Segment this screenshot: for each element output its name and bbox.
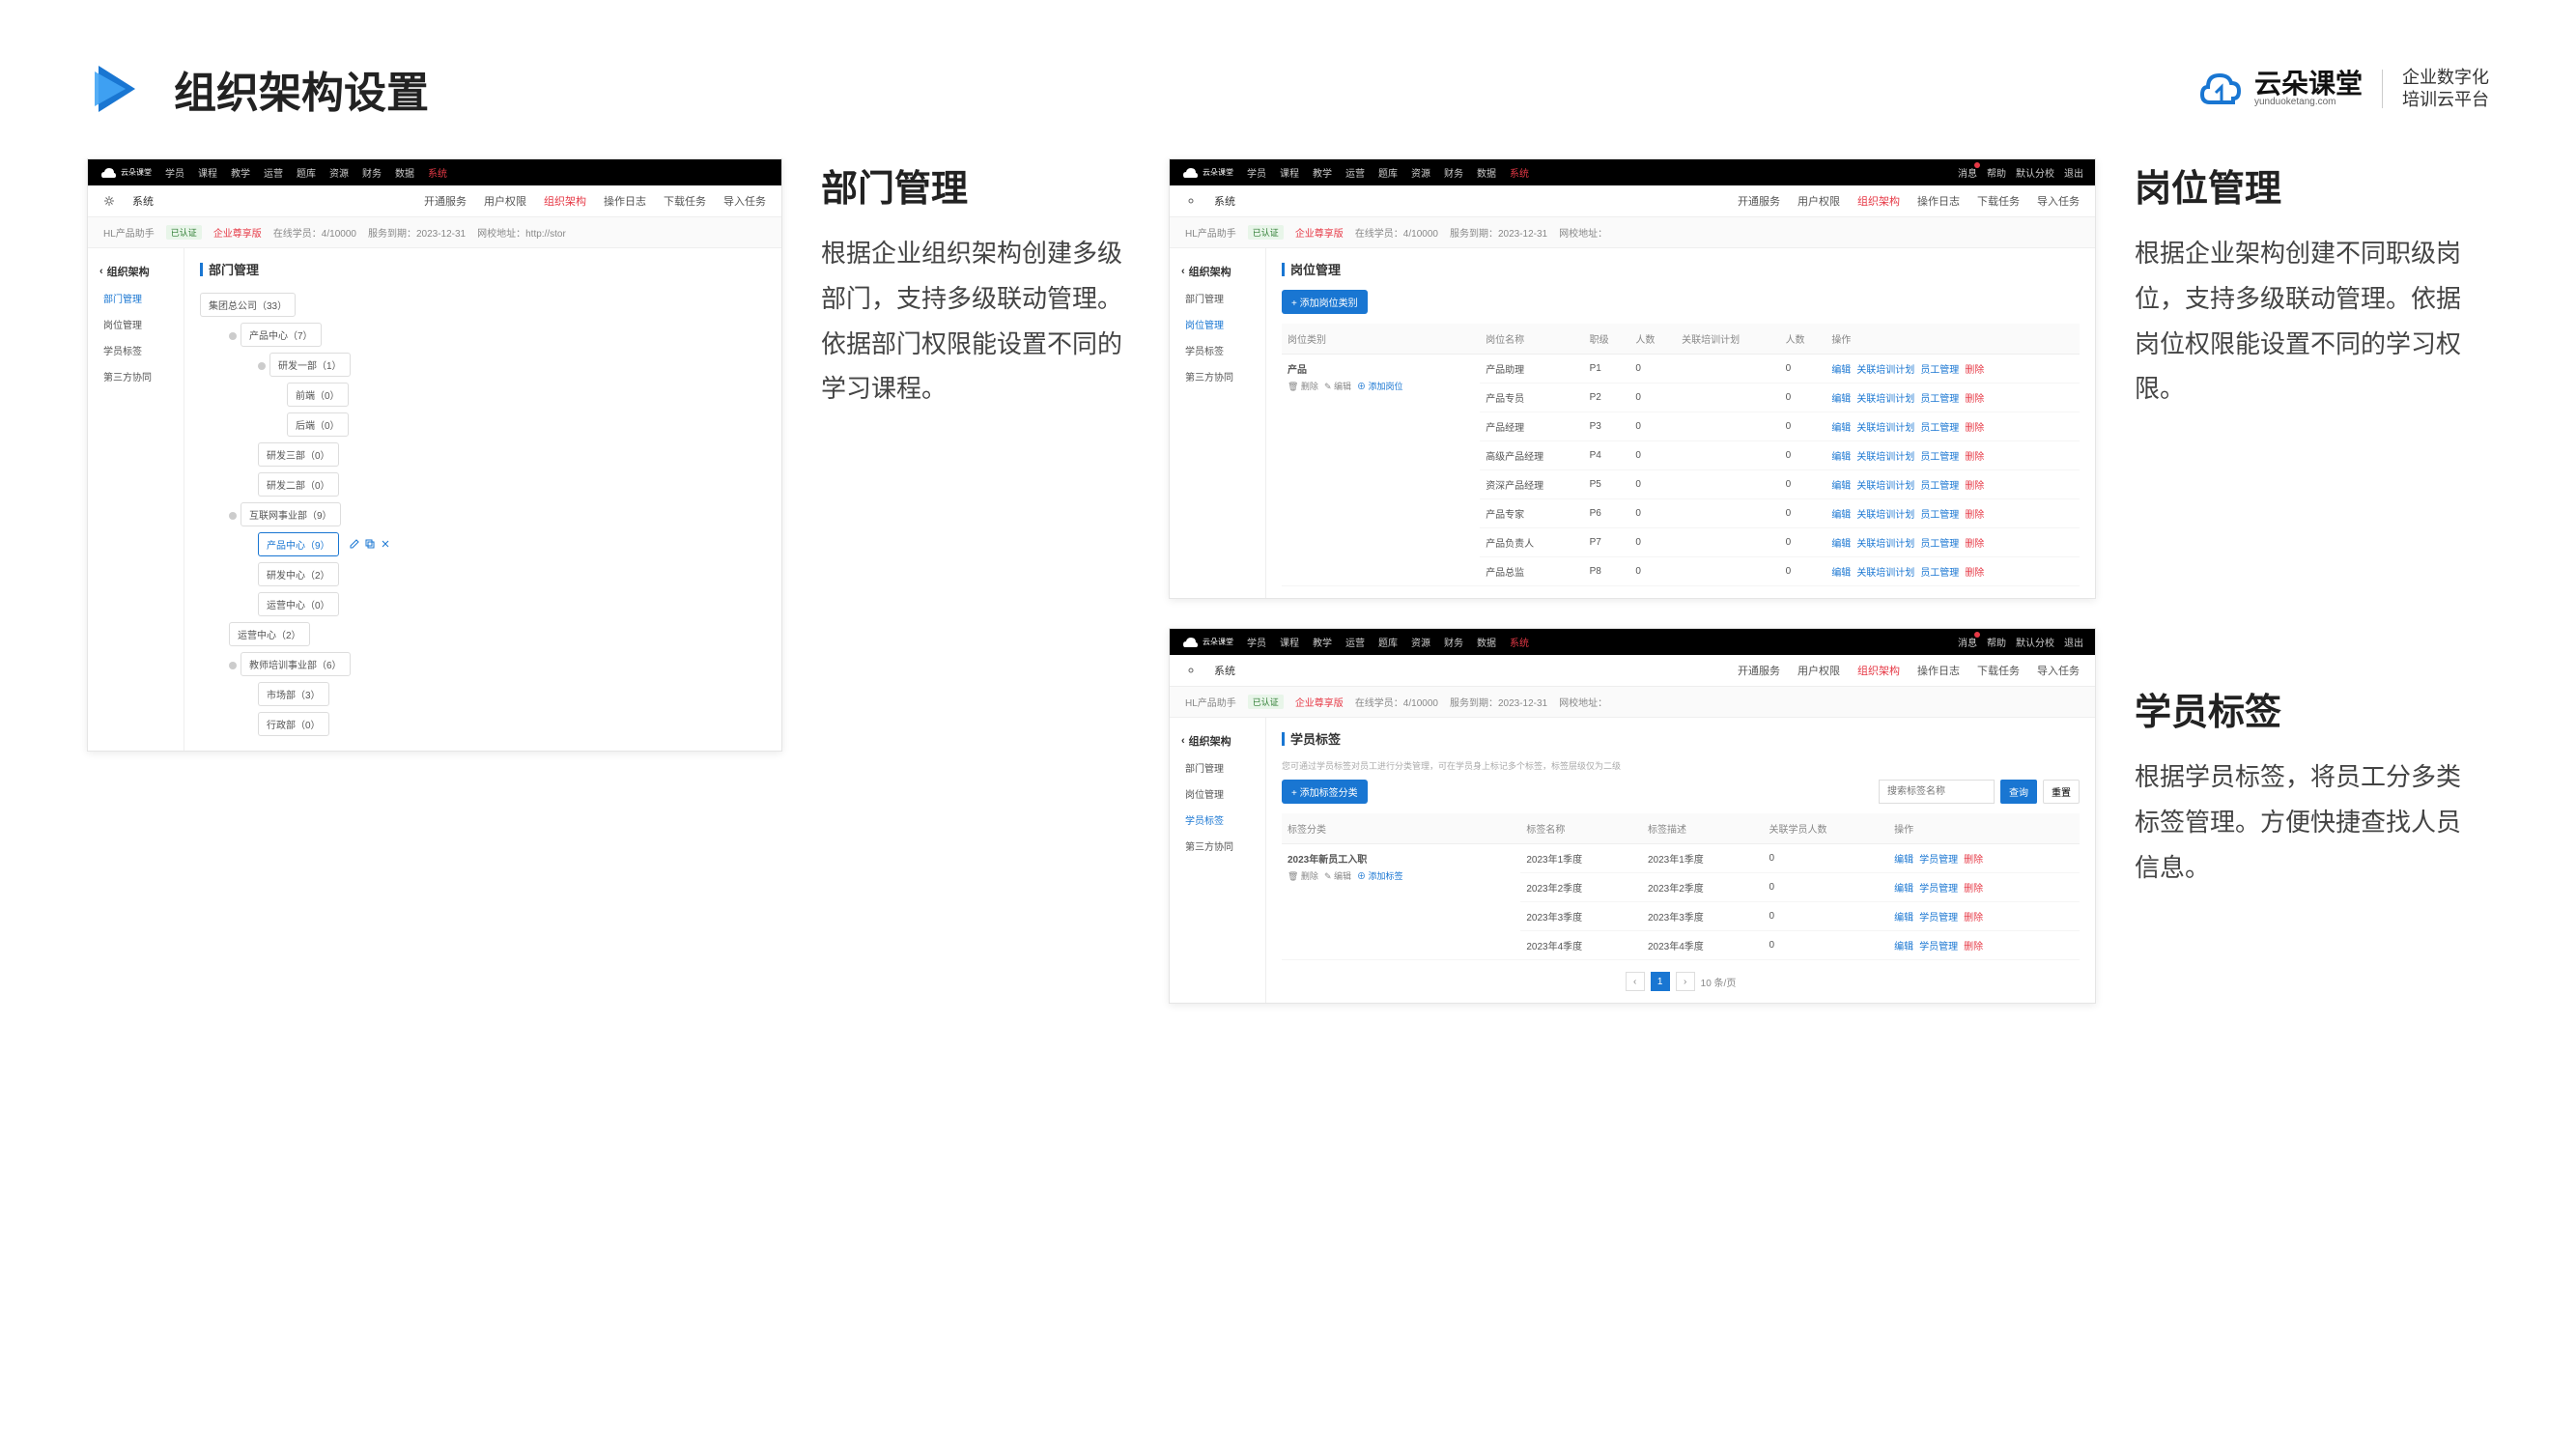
tag-table: 标签分类 标签名称 标签描述 关联学员人数 操作 2023年新员工入职🗑 删除✎… [1282,813,2080,960]
cloud-icon [2196,70,2245,108]
header-left: 组织架构设置 [87,58,429,120]
shot-logo: 云朵课堂 [99,166,152,180]
section-desc-tag: 根据学员标签，将员工分多类标签管理。方便快捷查找人员信息。 [2135,754,2463,890]
tree-node[interactable]: 集团总公司（33） [200,293,296,317]
pagination: ‹ 1 › 10 条/页 [1282,972,2080,991]
screenshot-job: 云朵课堂 学员 课程 教学 运营 题库 资源 财务 数据 系统 消息 帮助 默认… [1169,158,2096,599]
page-next[interactable]: › [1676,972,1695,991]
section-title-tag: 学员标签 [2135,682,2463,735]
tree-node[interactable]: 后端（0） [287,412,349,437]
subnav-item[interactable]: 下载任务 [664,193,706,209]
brand-tagline: 企业数字化 培训云平台 [2402,67,2489,112]
brand-logo: 云朵课堂 yunduoketang.com [2196,70,2363,108]
notification-dot [1974,162,1980,168]
shot-status: HL产品助手 已认证 企业尊享版 在线学员：4/10000 服务到期：2023-… [88,217,781,248]
sidebar-item-tag[interactable]: 学员标签 [88,337,184,363]
tree-node[interactable]: 教师培训事业部（6） [241,652,351,676]
brand-name-en: yunduoketang.com [2254,98,2363,107]
topnav-item-active[interactable]: 系统 [428,165,447,180]
msg-link[interactable]: 消息 [1958,165,1977,180]
exit-link[interactable]: 退出 [2064,165,2083,180]
gear-icon [1185,195,1197,207]
tree-node[interactable]: 研发三部（0） [258,442,339,467]
content-grid: 云朵课堂 学员 课程 教学 运营 题库 资源 财务 数据 系统 系统 开通服务 … [0,158,2576,1004]
status-product: HL产品助手 [103,225,155,240]
shot-topbar: 云朵课堂 学员 课程 教学 运营 题库 资源 财务 数据 系统 消息 帮助 默认… [1170,159,2095,185]
tree-node[interactable]: 产品中心（7） [241,323,322,347]
sidebar-item-dept[interactable]: 部门管理 [88,285,184,311]
help-link[interactable]: 帮助 [1987,165,2006,180]
tree-node-selected[interactable]: 产品中心（9） [258,532,339,556]
help-text: 您可通过学员标签对员工进行分类管理，可在学员身上标记多个标签，标签层级仅为二级 [1282,759,2080,772]
reset-button[interactable]: 重置 [2043,780,2080,804]
table-row: 2023年新员工入职🗑 删除✎ 编辑⊕ 添加标签2023年1季度2023年1季度… [1282,844,2080,873]
subnav-item[interactable]: 操作日志 [604,193,646,209]
delete-icon [381,539,390,549]
add-tag-button[interactable]: + 添加标签分类 [1282,780,1368,804]
subnav-item[interactable]: 用户权限 [484,193,526,209]
topnav-item[interactable]: 题库 [297,165,316,180]
gear-icon [103,195,115,207]
branch-link[interactable]: 默认分校 [2016,165,2054,180]
tree-node[interactable]: 行政部（0） [258,712,329,736]
topnav-item[interactable]: 数据 [395,165,414,180]
tree-node[interactable]: 市场部（3） [258,682,329,706]
tree-actions[interactable] [350,539,390,549]
subnav-label: 系统 [132,193,154,209]
topnav-item[interactable]: 财务 [362,165,382,180]
page-prev[interactable]: ‹ [1626,972,1645,991]
search-button[interactable]: 查询 [2000,780,2037,804]
section-title-dept: 部门管理 [821,158,1130,212]
topnav-item[interactable]: 教学 [231,165,250,180]
screenshot-dept: 云朵课堂 学员 课程 教学 运营 题库 资源 财务 数据 系统 系统 开通服务 … [87,158,782,752]
topnav-item[interactable]: 资源 [329,165,349,180]
tree-node[interactable]: 前端（0） [287,383,349,407]
section-desc-dept: 根据企业组织架构创建多级部门，支持多级联动管理。依据部门权限能设置不同的学习课程… [821,231,1130,412]
table-row: 产品🗑 删除✎ 编辑⊕ 添加岗位产品助理P100编辑关联培训计划员工管理删除 [1282,355,2080,384]
tree-node[interactable]: 运营中心（0） [258,592,339,616]
panel-title: 部门管理 [200,260,766,278]
copy-icon [365,539,375,549]
play-icon [87,60,145,118]
page-1[interactable]: 1 [1651,972,1670,991]
subnav-item[interactable]: 导入任务 [723,193,766,209]
topnav-item[interactable]: 运营 [264,165,283,180]
sidebar-item-job[interactable]: 岗位管理 [88,311,184,337]
topnav-item[interactable]: 学员 [165,165,184,180]
brand-block: 云朵课堂 yunduoketang.com 企业数字化 培训云平台 [2196,67,2489,112]
tree-node[interactable]: 研发一部（1） [269,353,351,377]
tree-node[interactable]: 运营中心（2） [229,622,310,646]
search-input[interactable] [1879,780,1995,804]
job-table: 岗位类别 岗位名称 职级 人数 关联培训计划 人数 操作 产品🗑 删除✎ 编辑⊕… [1282,324,2080,586]
shot-subnav: 系统 开通服务 用户权限 组织架构 操作日志 下载任务 导入任务 [88,185,781,217]
subnav-item[interactable]: 开通服务 [424,193,467,209]
brand-name-cn: 云朵课堂 [2254,71,2363,98]
tree-node[interactable]: 研发中心（2） [258,562,339,586]
divider [2382,70,2383,108]
edit-icon [350,539,359,549]
page-title: 组织架构设置 [174,58,429,120]
add-job-button[interactable]: + 添加岗位类别 [1282,290,1368,314]
tree-node[interactable]: 互联网事业部（9） [241,502,341,526]
tree-node[interactable]: 研发二部（0） [258,472,339,497]
verified-badge: 已认证 [166,225,202,240]
section-title-job: 岗位管理 [2135,158,2463,212]
subnav-item-active[interactable]: 组织架构 [544,193,586,209]
section-desc-job: 根据企业架构创建不同职级岗位，支持多级联动管理。依据岗位权限能设置不同的学习权限… [2135,231,2463,412]
topnav-item[interactable]: 课程 [198,165,217,180]
shot-topbar: 云朵课堂 学员 课程 教学 运营 题库 资源 财务 数据 系统 [88,159,781,185]
page-header: 组织架构设置 云朵课堂 yunduoketang.com 企业数字化 培训云平台 [0,0,2576,158]
screenshot-tag: 云朵课堂 学员 课程 教学 运营 题库 资源 财务 数据 系统 消息 帮助 默认… [1169,628,2096,1004]
shot-sidebar: ‹组织架构 部门管理 岗位管理 学员标签 第三方协同 [88,248,184,751]
sidebar-item-3rd[interactable]: 第三方协同 [88,363,184,389]
sidebar-title: ‹组织架构 [88,258,184,285]
